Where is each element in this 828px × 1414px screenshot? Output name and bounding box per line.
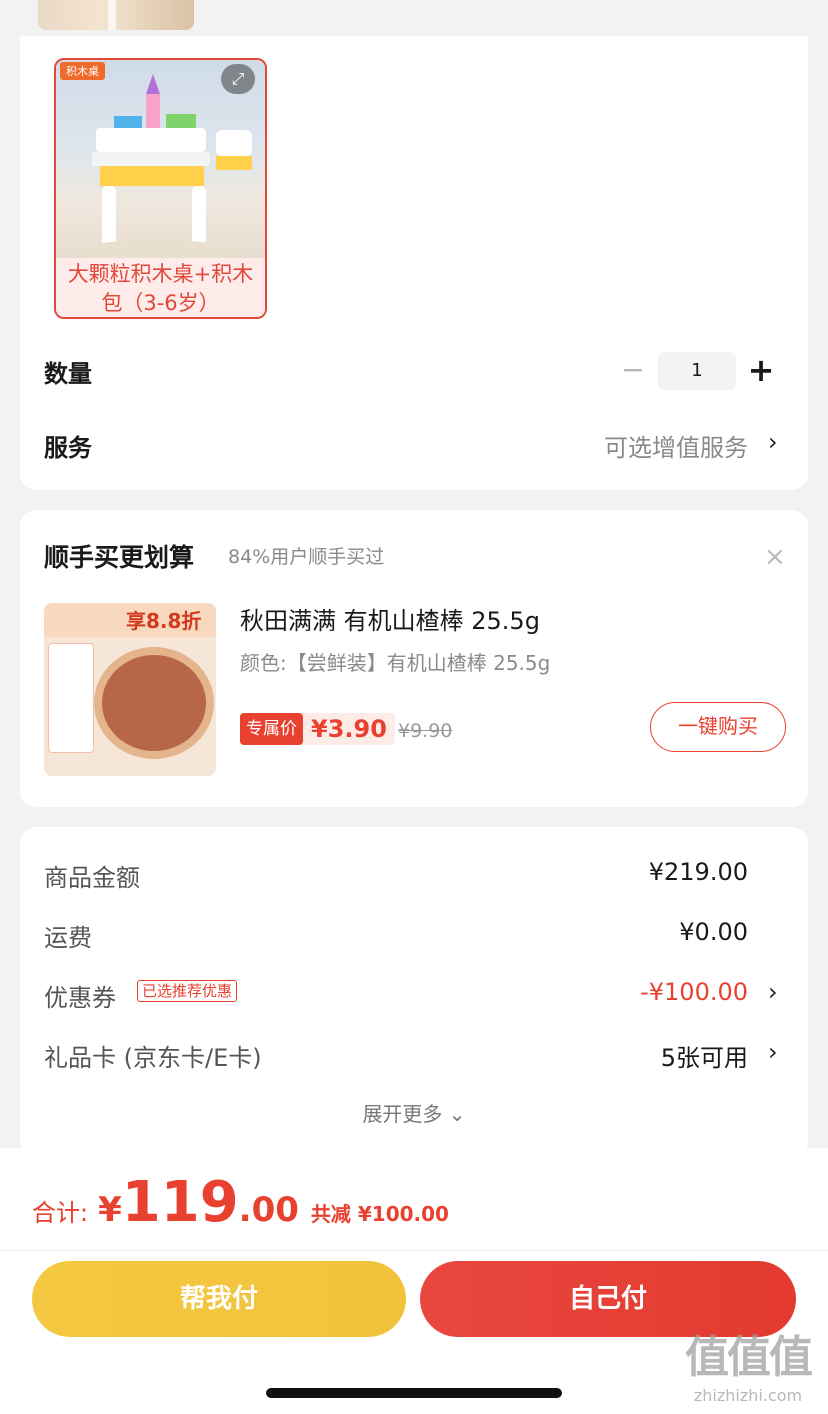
- addon-product-name[interactable]: 秋田满满 有机山楂棒 25.5g: [240, 601, 540, 636]
- quantity-label: 数量: [44, 360, 92, 388]
- home-indicator[interactable]: [266, 1388, 562, 1398]
- watermark-url: zhizhizhi.com: [693, 1386, 803, 1405]
- product-image-plate: [102, 655, 206, 751]
- giftcard-chevron-icon[interactable]: ›: [768, 1038, 778, 1066]
- variant-product-image: 积木桌 ⤢: [56, 60, 265, 258]
- coupon-value[interactable]: -¥100.00: [640, 978, 748, 1006]
- total-integer: 119: [121, 1170, 239, 1235]
- watermark: 值值值 zhizhizhi.com: [678, 1330, 818, 1406]
- total-currency: ¥: [98, 1190, 122, 1230]
- giftcard-value[interactable]: 5张可用: [661, 1038, 748, 1073]
- addon-title: 顺手买更划算: [44, 543, 195, 572]
- total-decimal: .00: [238, 1190, 299, 1230]
- quantity-input[interactable]: 1: [658, 352, 736, 390]
- close-icon[interactable]: ×: [764, 544, 786, 570]
- watermark-logo: 值值值: [685, 1332, 813, 1383]
- addon-product-variant: 颜色:【尝鲜装】有机山楂棒 25.5g: [240, 651, 551, 675]
- total-label: 合计:: [32, 1199, 89, 1227]
- quantity-decrease-button[interactable]: −: [620, 354, 646, 386]
- service-value[interactable]: 可选增值服务: [604, 428, 748, 463]
- shipping-label: 运费: [44, 924, 92, 952]
- expand-more-button[interactable]: 展开更多 ⌄: [0, 1098, 828, 1127]
- divider: [0, 1250, 828, 1251]
- goods-amount-value: ¥219.00: [648, 858, 748, 886]
- service-label: 服务: [44, 434, 92, 462]
- total-line: 合计: ¥ 119 .00 共减 ¥100.00: [32, 1170, 449, 1235]
- service-chevron-icon[interactable]: ›: [768, 428, 778, 456]
- variant-label-line1: 大颗粒积木桌+积木: [67, 262, 254, 286]
- quantity-increase-button[interactable]: +: [746, 352, 776, 388]
- variant-label-line2: 包（3-6岁）: [101, 291, 220, 315]
- one-click-buy-button[interactable]: 一键购买: [650, 702, 786, 752]
- expand-image-icon[interactable]: ⤢: [221, 64, 255, 94]
- variant-thumbnail-previous[interactable]: [38, 0, 194, 30]
- variant-label: 大颗粒积木桌+积木 包（3-6岁）: [56, 258, 265, 317]
- addon-original-price: ¥9.90: [398, 720, 453, 742]
- product-image-banner-text: 享8.8折: [126, 609, 202, 633]
- help-me-pay-button[interactable]: 帮我付: [32, 1261, 406, 1337]
- coupon-label: 优惠券: [44, 984, 116, 1012]
- giftcard-label: 礼品卡 (京东卡/E卡): [44, 1044, 262, 1072]
- goods-amount-label: 商品金额: [44, 864, 140, 892]
- addon-price: ¥3.90: [311, 715, 387, 743]
- shipping-value: ¥0.00: [679, 918, 748, 946]
- exclusive-price-badge: 专属价: [240, 713, 303, 745]
- variant-option-selected[interactable]: 积木桌 ⤢ 大颗粒积木桌+积木 包（3-6岁）: [54, 58, 267, 319]
- addon-price-tag: 专属价 ¥3.90: [240, 713, 395, 745]
- coupon-recommended-badge: 已选推荐优惠: [137, 980, 238, 1002]
- total-discount: 共减 ¥100.00: [310, 1202, 449, 1226]
- addon-product-image[interactable]: 享8.8折: [44, 603, 216, 776]
- coupon-chevron-icon[interactable]: ›: [768, 978, 778, 1006]
- addon-subtitle: 84%用户顺手买过: [228, 546, 385, 568]
- product-image-promo-panel: [48, 643, 94, 753]
- pay-myself-button[interactable]: 自己付: [420, 1261, 796, 1337]
